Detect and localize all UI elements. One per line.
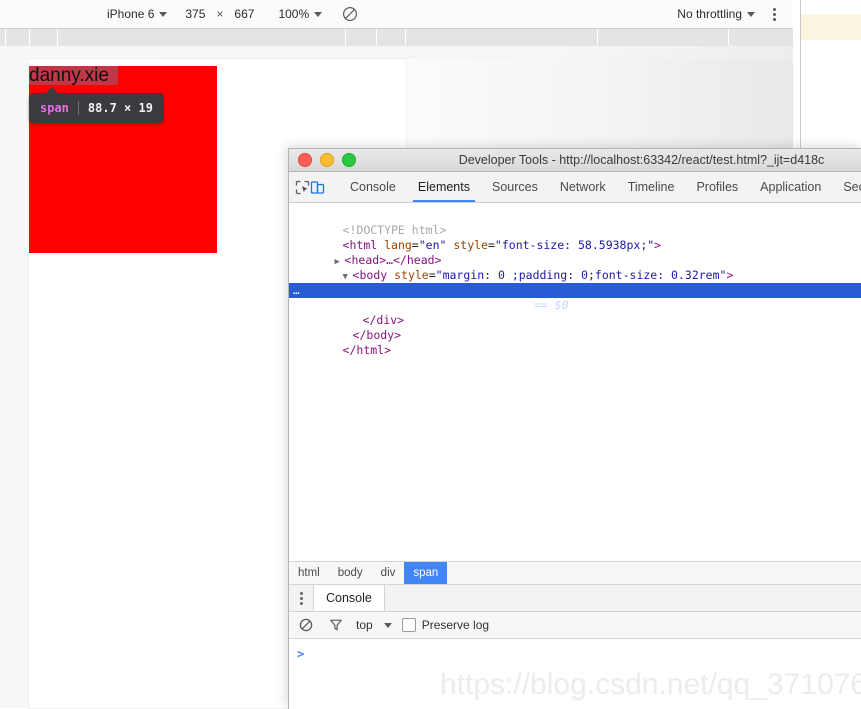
- breadcrumb-label: html: [298, 567, 320, 579]
- breadcrumb-label: div: [380, 567, 396, 579]
- ruler-tick: [345, 29, 346, 46]
- tab-security[interactable]: Security: [832, 172, 861, 202]
- zoom-level-label: 100%: [278, 7, 310, 21]
- inspect-element-icon[interactable]: [295, 172, 310, 202]
- tab-network[interactable]: Network: [549, 172, 617, 202]
- tooltip-divider: [77, 101, 79, 115]
- dom-line-body-open[interactable]: ▼ <body style="margin: 0 ;padding: 0;font…: [289, 253, 861, 282]
- devtools-window: Developer Tools - http://localhost:63342…: [288, 148, 861, 709]
- ruler-tick: [376, 29, 377, 46]
- breadcrumb-item-html[interactable]: html: [289, 562, 329, 584]
- chevron-down-icon: [747, 11, 755, 17]
- tab-label: Elements: [417, 180, 470, 194]
- window-traffic-lights: [289, 153, 356, 167]
- minimize-window-button[interactable]: [320, 153, 334, 167]
- tab-label: Sources: [491, 180, 538, 194]
- kebab-dot: [299, 591, 303, 595]
- viewport-width-input[interactable]: 375: [171, 3, 209, 25]
- elements-dom-tree[interactable]: <!DOCTYPE html> <html lang="en" style="f…: [289, 203, 861, 561]
- devtools-titlebar: Developer Tools - http://localhost:63342…: [289, 149, 861, 172]
- chevron-down-icon: [159, 11, 168, 17]
- dimension-separator: ×: [216, 7, 224, 21]
- drawer-tab-label: Console: [326, 591, 372, 605]
- ruler-tick: [5, 29, 6, 46]
- device-toolbar-menu-button[interactable]: [765, 3, 783, 25]
- zoom-selector[interactable]: 100%: [274, 3, 326, 25]
- breadcrumb-label: body: [337, 567, 363, 579]
- tab-console[interactable]: Console: [339, 172, 407, 202]
- viewport-height-input[interactable]: 667: [230, 3, 258, 25]
- tab-label: Console: [350, 180, 396, 194]
- tooltip-tag-name: span: [40, 101, 69, 115]
- dom-line-head[interactable]: ▶ <head>…</head>: [289, 238, 861, 267]
- throttling-label: No throttling: [677, 7, 742, 21]
- viewport-height-value: 667: [234, 7, 255, 21]
- ruler-tick: [29, 29, 30, 46]
- drawer-menu-button[interactable]: [289, 585, 313, 611]
- viewport-ruler: [0, 29, 793, 47]
- device-selector-label: iPhone 6: [107, 7, 155, 21]
- tab-label: Timeline: [627, 180, 675, 194]
- dom-line-div-close[interactable]: </div>: [289, 298, 861, 327]
- dom-line-html-close[interactable]: </html>: [289, 328, 861, 357]
- network-throttling-selector[interactable]: No throttling: [673, 3, 759, 25]
- ruler-tick: [597, 29, 598, 46]
- device-toolbar-toggle-icon[interactable]: [310, 172, 325, 202]
- dom-line-div-open[interactable]: ▼<div style="width: 3.2rem;height: 3.2re…: [289, 268, 861, 297]
- devtools-tab-strip: Console Elements Sources Network Timelin…: [289, 172, 861, 203]
- tab-label: Security: [843, 180, 861, 194]
- line-overflow-dots[interactable]: …: [293, 283, 301, 298]
- chevron-down-icon: [383, 622, 392, 628]
- drawer-tab-strip: Console: [289, 585, 861, 612]
- rotate-device-icon[interactable]: [342, 6, 358, 22]
- page-span-element[interactable]: danny.xie: [29, 66, 118, 85]
- console-context-selector[interactable]: top: [350, 618, 376, 632]
- console-toolbar: top Preserve log: [289, 612, 861, 639]
- device-emulation-toolbar: iPhone 6 375 × 667 100% No throttling: [0, 0, 793, 29]
- breadcrumb-item-span[interactable]: span: [404, 562, 448, 584]
- filter-funnel-icon[interactable]: [326, 615, 346, 635]
- devtools-window-title: Developer Tools - http://localhost:63342…: [458, 153, 825, 167]
- kebab-dot: [772, 7, 776, 11]
- tab-sources[interactable]: Sources: [481, 172, 549, 202]
- html-close-tag: </html>: [342, 343, 392, 357]
- dom-line-html-open[interactable]: <html lang="en" style="font-size: 58.593…: [289, 223, 861, 252]
- close-window-button[interactable]: [298, 153, 312, 167]
- tooltip-dimensions: 88.7 × 19: [87, 101, 153, 115]
- tab-timeline[interactable]: Timeline: [617, 172, 686, 202]
- ruler-tick: [57, 29, 58, 46]
- breadcrumb-label: span: [413, 567, 439, 579]
- tab-application[interactable]: Application: [749, 172, 832, 202]
- kebab-dot: [299, 596, 303, 600]
- tab-label: Application: [760, 180, 822, 194]
- dom-line-body-close[interactable]: </body>: [289, 313, 861, 342]
- breadcrumb-item-div[interactable]: div: [372, 562, 405, 584]
- viewport-width-value: 375: [185, 7, 206, 21]
- dom-line-span-selected[interactable]: … <span>danny.xie</span> == $0: [289, 283, 861, 312]
- tab-label: Profiles: [696, 180, 739, 194]
- dom-line-doctype: <!DOCTYPE html>: [289, 208, 861, 237]
- maximize-window-button[interactable]: [342, 153, 356, 167]
- background-page-highlight-stripe: [801, 14, 861, 40]
- clear-console-icon[interactable]: [296, 615, 316, 635]
- kebab-dot: [299, 601, 303, 605]
- tab-elements[interactable]: Elements: [407, 172, 481, 202]
- ruler-tick: [728, 29, 729, 46]
- console-prompt-caret: >: [297, 647, 305, 661]
- tab-profiles[interactable]: Profiles: [685, 172, 749, 202]
- drawer-tab-console[interactable]: Console: [313, 585, 385, 611]
- preserve-log-label: Preserve log: [421, 618, 490, 632]
- kebab-dot: [772, 17, 776, 21]
- breadcrumb: html body div span: [289, 561, 861, 585]
- chevron-down-icon: [314, 11, 323, 17]
- page-red-div[interactable]: danny.xie span 88.7 × 19: [29, 66, 217, 253]
- device-selector[interactable]: iPhone 6: [103, 3, 171, 25]
- ruler-tick: [405, 29, 406, 46]
- preserve-log-checkbox[interactable]: [401, 618, 416, 632]
- tab-label: Network: [559, 180, 606, 194]
- console-output-area[interactable]: >: [289, 639, 861, 699]
- kebab-dot: [772, 12, 776, 16]
- element-inspect-tooltip: span 88.7 × 19: [29, 87, 164, 123]
- breadcrumb-item-body[interactable]: body: [329, 562, 372, 584]
